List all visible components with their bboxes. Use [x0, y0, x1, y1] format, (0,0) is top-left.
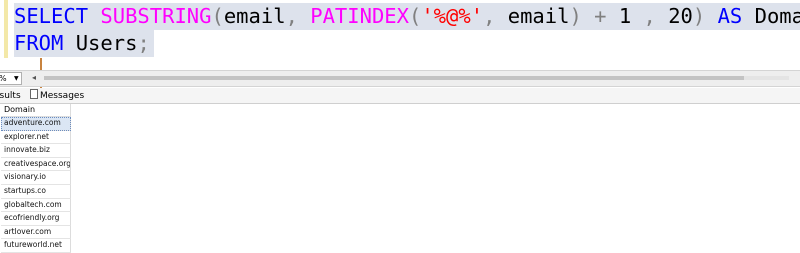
table-row[interactable]: globaltech.com — [1, 198, 71, 213]
tab-messages[interactable]: Messages — [30, 89, 84, 103]
table-row[interactable]: adventure.com — [1, 117, 71, 131]
paren-open: ( — [409, 4, 422, 28]
table-row[interactable]: innovate.biz — [1, 144, 71, 158]
substring-function: SUBSTRING — [100, 4, 212, 28]
change-margin-indicator — [4, 0, 8, 58]
patindex-function: PATINDEX — [310, 4, 409, 28]
code-line-2[interactable]: FROM Users; — [14, 30, 154, 57]
alias-name: Domain — [754, 4, 800, 28]
table-row[interactable]: startups.co — [1, 184, 71, 199]
editor-status-strip: % ▼ ◂ — [0, 70, 800, 87]
horizontal-scrollbar[interactable] — [44, 76, 789, 80]
comma: , — [643, 4, 656, 28]
scrollbar-thumb[interactable] — [44, 76, 744, 80]
tab-results[interactable]: esults — [0, 89, 21, 103]
email-column: email — [507, 4, 570, 28]
table-row[interactable]: ecofriendly.org — [1, 212, 71, 226]
select-keyword: SELECT — [14, 4, 89, 28]
table-name: Users — [75, 31, 138, 55]
table-row[interactable]: creativespace.org — [1, 157, 71, 172]
as-keyword: AS — [717, 4, 743, 28]
plus-operator: + — [594, 4, 607, 28]
tab-messages-label: Messages — [40, 91, 85, 101]
comma: , — [285, 4, 298, 28]
chevron-down-icon: ▼ — [14, 75, 19, 82]
results-tab-bar: esults Messages — [0, 88, 800, 104]
paren-close: ) — [569, 4, 582, 28]
semicolon: ; — [137, 31, 150, 55]
paren-close: ) — [692, 4, 706, 28]
table-row[interactable]: explorer.net — [1, 130, 71, 145]
table-row[interactable]: artlover.com — [1, 225, 71, 240]
from-keyword: FROM — [14, 31, 64, 55]
column-header-domain[interactable]: Domain — [1, 104, 71, 117]
query-editor[interactable]: SELECT SUBSTRING(email, PATINDEX('%@%', … — [0, 0, 800, 68]
code-line-1[interactable]: SELECT SUBSTRING(email, PATINDEX('%@%', … — [14, 3, 800, 30]
zoom-dropdown[interactable]: % ▼ — [0, 72, 22, 85]
number-literal: 20 — [668, 4, 693, 28]
number-literal: 1 — [618, 4, 632, 28]
table-row[interactable]: futureworld.net — [1, 239, 71, 253]
comma: , — [483, 4, 496, 28]
messages-icon — [30, 89, 38, 99]
table-row[interactable]: visionary.io — [1, 171, 71, 185]
pattern-string: '%@%' — [421, 4, 484, 28]
scroll-left-icon[interactable]: ◂ — [32, 73, 36, 82]
zoom-value: % — [0, 74, 7, 83]
paren-open: ( — [211, 4, 224, 28]
email-column: email — [223, 4, 286, 28]
results-grid[interactable]: Domain adventure.com explorer.net innova… — [1, 104, 71, 253]
